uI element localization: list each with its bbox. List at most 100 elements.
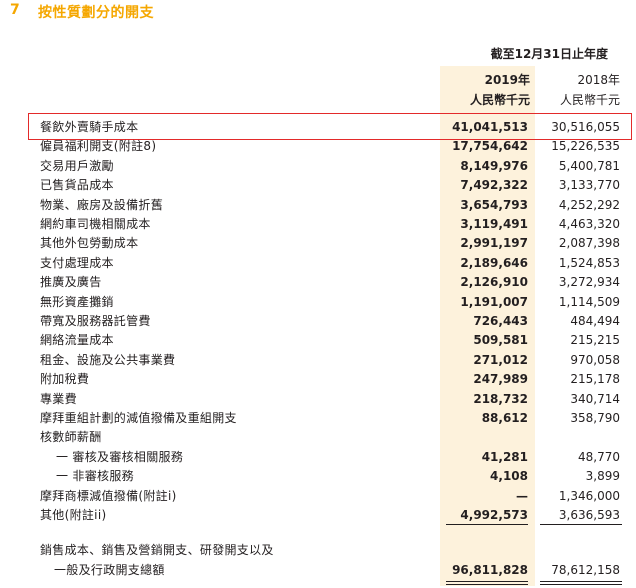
value-2019: —	[516, 488, 528, 503]
row-label: 一 審核及審核相關服務	[56, 449, 184, 464]
row-label: 摩拜重組計劃的減值撥備及重組開支	[40, 411, 237, 425]
value-2018: 970,058	[570, 352, 620, 367]
column-year-2018: 2018年	[577, 73, 620, 87]
value-2018: 215,178	[570, 372, 620, 387]
value-2019: 1,191,007	[460, 294, 528, 309]
value-2019: 8,149,976	[460, 158, 528, 173]
table-row: 租金、設施及公共事業費 271,012 970,058	[0, 351, 636, 370]
double-underline-2018-b	[540, 584, 622, 585]
column-unit-2019: 人民幣千元	[469, 93, 530, 107]
underline-top-2018	[540, 524, 622, 525]
table-row: 一 審核及審核相關服務 41,281 48,770	[0, 448, 636, 467]
value-2018: 215,215	[570, 333, 620, 348]
value-2019: 41,281	[481, 449, 528, 464]
total-row: 一般及行政開支總額 96,811,828 78,612,158	[0, 561, 636, 580]
row-label: 物業、廠房及設備折舊	[40, 197, 164, 212]
table-row: 餐飲外賣騎手成本 41,041,513 30,516,055	[0, 118, 636, 137]
table-row: 推廣及廣告 2,126,910 3,272,934	[0, 273, 636, 292]
value-2018: 3,636,593	[558, 508, 620, 522]
row-label: 核數師薪酬	[40, 430, 102, 445]
section-number: 7	[10, 2, 20, 18]
row-label: 帶寬及服務器託管費	[40, 314, 151, 328]
row-label: 租金、設施及公共事業費	[40, 352, 176, 367]
row-label: 其他外包勞動成本	[40, 236, 139, 251]
value-2019: 3,654,793	[460, 197, 528, 212]
table-row: 物業、廠房及設備折舊 3,654,793 4,252,292	[0, 196, 636, 215]
table-row: 摩拜商標減值撥備(附註i) — 1,346,000	[0, 487, 636, 506]
table-row: 交易用戶激勵 8,149,976 5,400,781	[0, 157, 636, 176]
value-2019: 41,041,513	[452, 120, 528, 134]
value-2019: 247,989	[473, 372, 528, 387]
value-2018: 358,790	[570, 411, 620, 425]
value-2019: 218,732	[473, 391, 528, 406]
value-2018: 4,252,292	[558, 197, 620, 212]
row-label: 附加稅費	[40, 372, 90, 387]
row-label: 網約車司機相關成本	[40, 217, 151, 231]
value-2018: 1,346,000	[558, 488, 620, 503]
row-label: 一 非審核服務	[56, 469, 134, 484]
table-row: 其他外包勞動成本 2,991,197 2,087,398	[0, 234, 636, 253]
row-label: 網絡流量成本	[40, 333, 114, 348]
column-header-2018: 2018年 人民幣千元	[560, 70, 620, 110]
value-2018: 484,494	[570, 314, 620, 328]
column-year-2019: 2019年	[484, 73, 530, 87]
table-row: 附加稅費 247,989 215,178	[0, 370, 636, 389]
row-label: 僱員福利開支(附註8)	[40, 139, 157, 154]
value-2019: 271,012	[473, 352, 528, 367]
total-label-row-1: 銷售成本、銷售及營銷開支、研發開支以及	[0, 541, 636, 560]
table-row: 支付處理成本 2,189,646 1,524,853	[0, 254, 636, 273]
table-row: 專業費 218,732 340,714	[0, 390, 636, 409]
table-row: 無形資產攤銷 1,191,007 1,114,509	[0, 293, 636, 312]
value-2018: 3,272,934	[558, 275, 620, 290]
value-2018: 1,524,853	[558, 255, 620, 270]
row-label: 其他(附註ii)	[40, 508, 107, 522]
table-row: 僱員福利開支(附註8) 17,754,642 15,226,535	[0, 137, 636, 156]
double-underline-2019-a	[446, 581, 528, 582]
value-2018: 15,226,535	[551, 139, 620, 154]
value-2019: 4,108	[490, 469, 528, 484]
table-row: 網絡流量成本 509,581 215,215	[0, 331, 636, 350]
table-row: 已售貨品成本 7,492,322 3,133,770	[0, 176, 636, 195]
value-2019: 4,992,573	[460, 508, 528, 522]
value-2019: 2,991,197	[460, 236, 528, 251]
table-row: 一 非審核服務 4,108 3,899	[0, 467, 636, 486]
value-2019: 17,754,642	[452, 139, 528, 154]
row-label: 已售貨品成本	[40, 178, 114, 193]
underline-top-2019	[446, 524, 528, 525]
row-label: 專業費	[40, 391, 77, 406]
value-2019: 2,189,646	[460, 255, 528, 270]
table-row: 網約車司機相關成本 3,119,491 4,463,320	[0, 215, 636, 234]
value-2018: 1,114,509	[558, 294, 620, 309]
total-value-2019: 96,811,828	[452, 563, 528, 577]
value-2018: 2,087,398	[558, 236, 620, 251]
table-row: 其他(附註ii) 4,992,573 3,636,593	[0, 506, 636, 525]
value-2018: 3,899	[585, 469, 620, 484]
value-2019: 509,581	[473, 333, 528, 348]
value-2018: 340,714	[570, 391, 620, 406]
column-header-2019: 2019年 人民幣千元	[470, 70, 530, 110]
value-2018: 48,770	[578, 449, 620, 464]
table-row: 帶寬及服務器託管費 726,443 484,494	[0, 312, 636, 331]
value-2019: 3,119,491	[460, 217, 528, 231]
period-header: 截至12月31日止年度	[490, 47, 608, 61]
row-label: 摩拜商標減值撥備(附註i)	[40, 488, 177, 503]
row-label: 交易用戶激勵	[40, 158, 114, 173]
value-2018: 30,516,055	[551, 120, 620, 134]
column-unit-2018: 人民幣千元	[559, 93, 620, 107]
value-2019: 88,612	[481, 411, 528, 425]
row-label: 支付處理成本	[40, 255, 114, 270]
table-row: 摩拜重組計劃的減值撥備及重組開支 88,612 358,790	[0, 409, 636, 428]
table-row: 核數師薪酬	[0, 428, 636, 447]
value-2018: 3,133,770	[558, 178, 620, 193]
value-2019: 726,443	[473, 314, 528, 328]
total-label-line2: 一般及行政開支總額	[54, 563, 165, 577]
total-value-2018: 78,612,158	[551, 563, 620, 577]
total-label-line1: 銷售成本、銷售及營銷開支、研發開支以及	[40, 543, 274, 557]
value-2018: 4,463,320	[558, 217, 620, 231]
value-2019: 2,126,910	[460, 275, 528, 290]
section-title: 按性質劃分的開支	[38, 5, 154, 21]
row-label: 推廣及廣告	[40, 275, 102, 290]
double-underline-2018-a	[540, 581, 622, 582]
row-label: 餐飲外賣騎手成本	[40, 120, 139, 134]
value-2018: 5,400,781	[558, 158, 620, 173]
